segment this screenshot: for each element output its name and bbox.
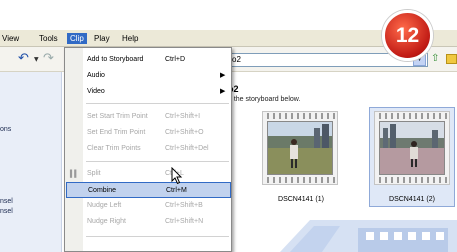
menu-view[interactable]: View bbox=[0, 33, 22, 44]
up-folder-icon[interactable]: ⇧ bbox=[431, 53, 439, 64]
tasks-pane: ons nsel nsel bbox=[0, 72, 62, 252]
menu-item-video[interactable]: Video ▶ bbox=[66, 84, 231, 100]
menu-item-split[interactable]: ▌▌ Split Ctrl+L bbox=[66, 166, 231, 182]
submenu-arrow-icon: ▶ bbox=[220, 71, 226, 79]
clip-thumbnail-2[interactable] bbox=[374, 111, 450, 185]
menu-play[interactable]: Play bbox=[91, 33, 113, 44]
menu-item-shortcut: Ctrl+Shift+Del bbox=[165, 145, 209, 152]
menu-item-label: Nudge Left bbox=[87, 202, 122, 209]
filmstrip-decoration bbox=[280, 220, 457, 252]
menu-item-shortcut: Ctrl+Shift+I bbox=[165, 113, 201, 120]
menu-clip[interactable]: Clip bbox=[67, 33, 87, 44]
menu-item-nudge-right[interactable]: Nudge Right Ctrl+Shift+N bbox=[66, 214, 231, 230]
menu-item-add-to-storyboard[interactable]: Add to Storyboard Ctrl+D bbox=[66, 52, 231, 68]
clip-thumbnail-1[interactable] bbox=[262, 111, 338, 185]
menu-separator bbox=[86, 236, 229, 237]
menu-item-label: Nudge Right bbox=[87, 218, 126, 225]
menu-item-shortcut: Ctrl+Shift+B bbox=[165, 202, 203, 209]
chevron-down-icon[interactable]: ▼ bbox=[34, 56, 39, 63]
menu-item-label: Set End Trim Point bbox=[87, 129, 146, 136]
menu-tools[interactable]: Tools bbox=[36, 33, 61, 44]
undo-icon[interactable]: ↶ bbox=[18, 51, 29, 66]
menu-item-set-start-trim-point[interactable]: Set Start Trim Point Ctrl+Shift+I bbox=[66, 109, 231, 125]
collection-path-text: o2 bbox=[232, 55, 241, 64]
clip-image bbox=[267, 121, 333, 175]
split-icon: ▌▌ bbox=[70, 170, 79, 178]
task-item[interactable]: nsel bbox=[0, 208, 13, 215]
step-number-badge: 12 bbox=[382, 10, 433, 61]
menu-separator bbox=[86, 161, 229, 162]
menu-item-label: Combine bbox=[88, 187, 117, 194]
clip-label-1: DSCN4141 (1) bbox=[278, 196, 324, 203]
menu-item-label: Add to Storyboard bbox=[87, 56, 144, 63]
menu-item-audio[interactable]: Audio ▶ bbox=[66, 68, 231, 84]
menu-item-combine[interactable]: Combine Ctrl+M bbox=[66, 182, 231, 198]
step-number: 12 bbox=[395, 24, 420, 47]
redo-icon[interactable]: ↷ bbox=[43, 51, 54, 66]
menu-item-label: Split bbox=[87, 170, 101, 177]
mouse-cursor-icon bbox=[171, 167, 183, 185]
menu-item-label: Set Start Trim Point bbox=[87, 113, 148, 120]
menu-item-label: Video bbox=[87, 88, 105, 95]
menu-item-label: Clear Trim Points bbox=[87, 145, 141, 152]
menu-help[interactable]: Help bbox=[119, 33, 141, 44]
clip-image bbox=[379, 121, 445, 175]
menu-item-shortcut: Ctrl+Shift+O bbox=[165, 129, 204, 136]
clip-label-2: DSCN4141 (2) bbox=[389, 196, 435, 203]
submenu-arrow-icon: ▶ bbox=[220, 87, 226, 95]
menu-item-clear-trim-points[interactable]: Clear Trim Points Ctrl+Shift+Del bbox=[66, 141, 231, 157]
task-item[interactable]: nsel bbox=[0, 198, 13, 205]
menu-item-shortcut: Ctrl+M bbox=[166, 187, 187, 194]
task-item[interactable]: ons bbox=[0, 126, 11, 133]
menu-separator bbox=[86, 103, 229, 104]
clip-menu: Add to Storyboard Ctrl+D Audio ▶ Video ▶… bbox=[64, 47, 232, 252]
menu-item-shortcut: Ctrl+D bbox=[165, 56, 186, 63]
menu-item-label: Audio bbox=[87, 72, 105, 79]
folder-icon[interactable] bbox=[446, 54, 457, 64]
menu-item-shortcut: Ctrl+Shift+N bbox=[165, 218, 204, 225]
collection-hint: n the storyboard below. bbox=[228, 96, 301, 103]
menu-item-set-end-trim-point[interactable]: Set End Trim Point Ctrl+Shift+O bbox=[66, 125, 231, 141]
menu-item-nudge-left[interactable]: Nudge Left Ctrl+Shift+B bbox=[66, 198, 231, 214]
